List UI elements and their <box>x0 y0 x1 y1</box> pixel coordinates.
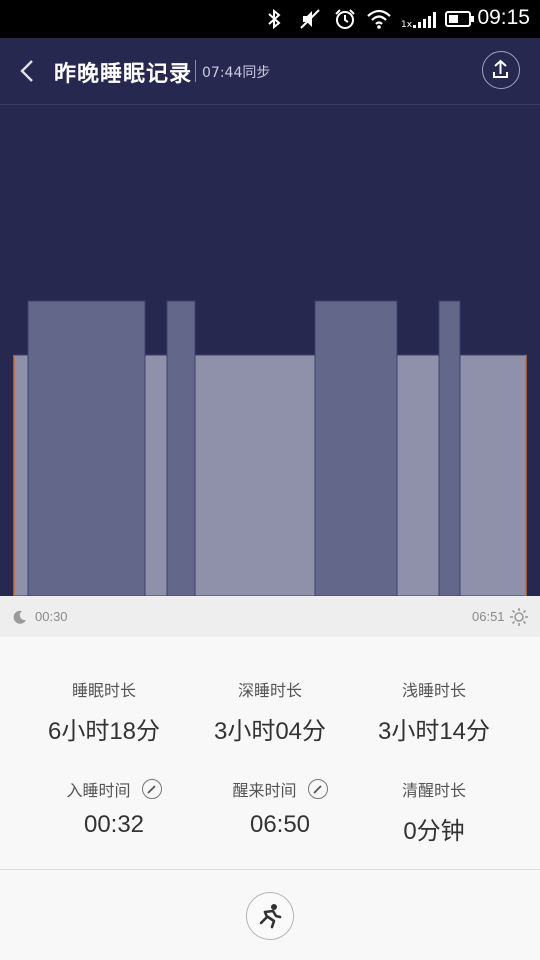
battery-icon <box>445 11 474 27</box>
sleep-bar-deep <box>314 300 398 596</box>
stat-deep-value: 3小时04分 <box>213 718 327 745</box>
sleep-bar-light <box>459 354 527 596</box>
wifi-icon <box>367 9 391 29</box>
upload-button[interactable] <box>482 51 520 89</box>
sleep-bar-light <box>144 354 168 596</box>
sleep-chart-svg <box>13 300 527 596</box>
stat-total-value: 6小时18分 <box>47 718 161 745</box>
page-title: 昨晚睡眠记录 <box>54 62 193 87</box>
stat-sleep-time: 入睡时间 00:32 <box>24 777 204 839</box>
moon-icon <box>13 610 26 624</box>
bottom-bar <box>0 870 540 960</box>
runner-icon <box>259 904 282 929</box>
stat-total-label: 睡眠时长 <box>71 681 136 700</box>
stat-light-value: 3小时14分 <box>377 718 491 745</box>
stat-wake-time: 醒来时间 06:50 <box>190 777 370 839</box>
status-bar: 1x 09:15 <box>0 0 540 38</box>
header-bar: 昨晚睡眠记录 07:44同步 <box>0 38 540 105</box>
sync-time: 07:44同步 <box>202 65 271 81</box>
edit-wake-time-button[interactable] <box>307 779 328 799</box>
stat-total: 睡眠时长 6小时18分 <box>14 677 194 746</box>
sleep-bar-deep <box>27 300 146 596</box>
signal-icon <box>413 12 436 28</box>
sleep-chart <box>0 105 540 596</box>
sleep-stats: 睡眠时长 6小时18分 深睡时长 3小时04分 浅睡时长 3小时14分 入睡时间… <box>0 637 540 870</box>
stat-light-label: 浅睡时长 <box>401 681 466 700</box>
sleep-bar-light <box>396 354 440 596</box>
back-button[interactable] <box>14 56 42 86</box>
alarm-icon <box>335 9 355 29</box>
edit-sleep-time-button[interactable] <box>141 779 162 799</box>
stat-light: 浅睡时长 3小时14分 <box>344 677 524 746</box>
upload-icon <box>493 59 508 78</box>
sleep-bar-deep <box>438 300 461 596</box>
stat-awake: 清醒时长 0分钟 <box>344 777 524 846</box>
stat-deep-label: 深睡时长 <box>237 681 302 700</box>
sleep-bar-light <box>194 354 316 596</box>
pencil-icon <box>146 785 156 794</box>
bluetooth-icon <box>268 8 281 30</box>
sleep-bar-light <box>13 354 29 596</box>
sun-icon <box>510 608 528 626</box>
sleep-bar-deep <box>166 300 196 596</box>
status-time: 09:15 <box>477 6 530 29</box>
back-icon <box>20 60 33 82</box>
stat-awake-label: 清醒时长 <box>401 781 466 800</box>
end-time-label: 06:51 <box>472 609 505 624</box>
stat-sleep-time-label: 入睡时间 <box>66 781 131 800</box>
stat-wake-time-label: 醒来时间 <box>232 781 297 800</box>
pencil-icon <box>312 785 322 794</box>
chart-time-axis: 00:30 06:51 <box>0 596 540 637</box>
stat-wake-time-value: 06:50 <box>249 811 311 838</box>
network-type-label: 1x <box>401 20 413 30</box>
mute-icon <box>300 9 320 29</box>
start-time-label: 00:30 <box>35 609 68 624</box>
title-divider <box>195 60 196 82</box>
stat-deep: 深睡时长 3小时04分 <box>180 677 360 746</box>
stat-sleep-time-value: 00:32 <box>83 811 145 838</box>
stat-awake-value: 0分钟 <box>403 818 465 845</box>
activity-button[interactable] <box>246 892 294 940</box>
